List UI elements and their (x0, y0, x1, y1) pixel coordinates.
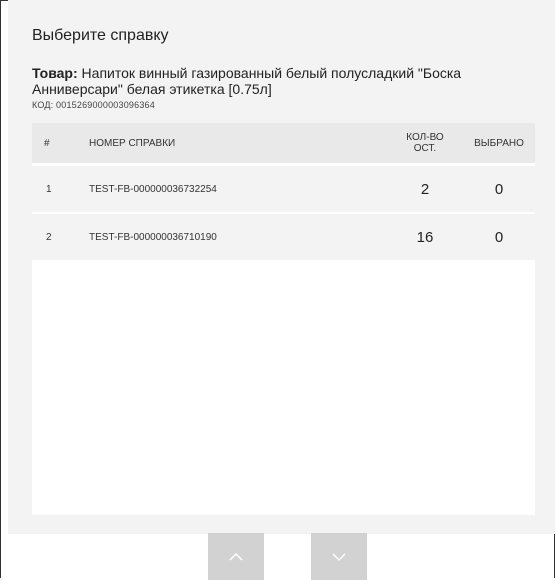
header-qty-line1: КОЛ-ВО (406, 132, 444, 143)
header-certificate-number: НОМЕР СПРАВКИ (89, 137, 176, 149)
table-row[interactable]: 1 TEST-FB-000000036732254 2 0 (32, 166, 535, 212)
row-num: 2 (46, 231, 52, 243)
chevron-down-icon (332, 552, 346, 561)
product-label: Товар: (32, 65, 78, 81)
table-header: # НОМЕР СПРАВКИ КОЛ-ВО ОСТ. ВЫБРАНО (32, 123, 535, 163)
chevron-up-icon (229, 552, 243, 561)
row-certificate-number: TEST-FB-000000036710190 (89, 231, 217, 243)
product-code: КОД: 0015269000003096364 (32, 100, 155, 110)
product-description: Товар: Напиток винный газированный белый… (32, 65, 542, 97)
row-selected[interactable]: 0 (463, 214, 535, 260)
dialog-title: Выберите справку (32, 27, 169, 44)
header-selected: ВЫБРАНО (474, 137, 524, 149)
table-row[interactable]: 2 TEST-FB-000000036710190 16 0 (32, 214, 535, 260)
row-qty-remaining: 2 (420, 180, 430, 198)
certificates-table: # НОМЕР СПРАВКИ КОЛ-ВО ОСТ. ВЫБРАНО 1 TE… (32, 123, 535, 515)
row-selected[interactable]: 0 (463, 166, 535, 212)
row-qty-remaining: 16 (416, 228, 434, 246)
product-name: Напиток винный газированный белый полусл… (32, 65, 462, 97)
scroll-down-button[interactable] (311, 533, 367, 580)
row-num: 1 (46, 183, 52, 195)
row-certificate-number: TEST-FB-000000036732254 (89, 183, 217, 195)
header-num: # (44, 137, 50, 149)
header-qty-remaining: КОЛ-ВО ОСТ. (397, 123, 453, 163)
header-qty-line2: ОСТ. (413, 143, 437, 154)
scroll-up-button[interactable] (208, 533, 264, 580)
